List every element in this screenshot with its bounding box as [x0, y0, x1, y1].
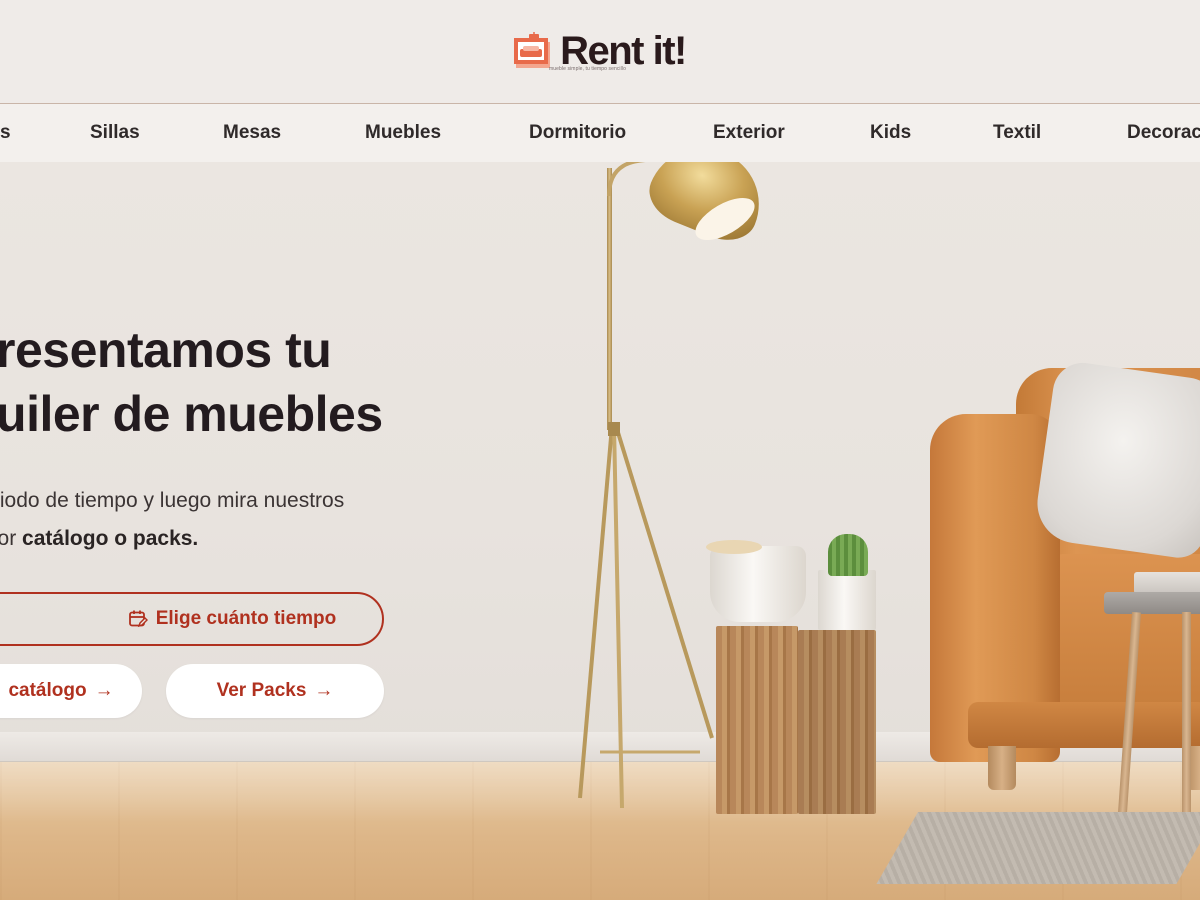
- hero-subtitle-bold: catálogo o packs.: [22, 527, 199, 550]
- nav-item-exterior[interactable]: Exterior: [713, 104, 785, 162]
- arrow-right-icon: →: [94, 680, 114, 701]
- nav-item-muebles[interactable]: Muebles: [365, 104, 441, 162]
- nav-item-sillas[interactable]: Sillas: [90, 104, 140, 162]
- view-catalog-button[interactable]: catálogo →: [0, 664, 142, 718]
- hero-section: presentamos tu quiler de muebles n perio…: [0, 162, 1200, 900]
- arrow-right-icon: →: [314, 680, 334, 701]
- calendar-edit-icon: [128, 609, 148, 629]
- hero-title-line-2: quiler de muebles: [0, 386, 383, 442]
- view-packs-button[interactable]: Ver Packs →: [166, 664, 384, 718]
- hero-subtitle-line-1: n periodo de tiempo y luego mira nuestro…: [0, 489, 345, 512]
- nav-item-decoracion[interactable]: Decorac: [1127, 104, 1200, 162]
- view-packs-label: Ver Packs: [216, 680, 307, 701]
- hero-subtitle: n periodo de tiempo y luego mira nuestro…: [0, 482, 492, 558]
- site-header: Rent it! mueble simple, tu tiempo sencil…: [0, 0, 1200, 104]
- logo-sofa-icon: [514, 31, 554, 70]
- nav-item-partial-left[interactable]: s: [0, 104, 11, 162]
- hero-title: presentamos tu quiler de muebles: [0, 318, 486, 446]
- nav-item-kids[interactable]: Kids: [870, 104, 911, 162]
- rug-image: [876, 812, 1200, 884]
- category-nav: s Sillas Mesas Muebles Dormitorio Exteri…: [0, 104, 1200, 162]
- logo[interactable]: Rent it!: [514, 28, 687, 73]
- choose-duration-button[interactable]: Elige cuánto tiempo: [0, 592, 384, 646]
- view-catalog-label: catálogo: [8, 680, 87, 701]
- nav-item-mesas[interactable]: Mesas: [223, 104, 281, 162]
- nav-item-dormitorio[interactable]: Dormitorio: [529, 104, 626, 162]
- hero-title-line-1: presentamos tu: [0, 322, 332, 378]
- logo-tagline: mueble simple, tu tiempo sencillo: [549, 66, 626, 72]
- logo-text: Rent it!: [560, 28, 687, 73]
- nav-item-textil[interactable]: Textil: [993, 104, 1041, 162]
- choose-duration-label: Elige cuánto tiempo: [155, 608, 337, 629]
- hero-subtitle-line-2-prefix: tos por: [0, 527, 17, 550]
